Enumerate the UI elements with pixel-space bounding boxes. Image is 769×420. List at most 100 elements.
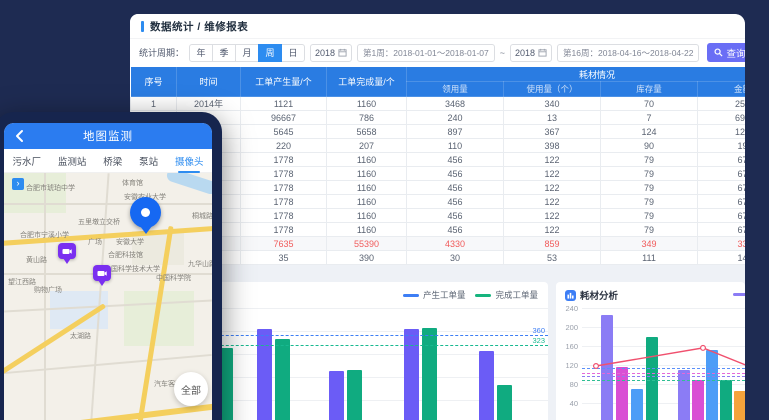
table-cell: 79: [601, 195, 698, 209]
y-axis-tick: 200: [558, 323, 578, 332]
table-cell: 70: [601, 97, 698, 111]
table-cell: 1160: [327, 223, 407, 237]
table-cell: 456: [407, 167, 504, 181]
sub-column-header: 库存量: [601, 82, 698, 97]
table-cell: 122: [504, 167, 601, 181]
table-row: 10177811604561227967: [131, 223, 746, 237]
map-label: 合肥市琥珀中学: [26, 183, 75, 193]
table-cell: 897: [407, 125, 504, 139]
period-option-周[interactable]: 周: [258, 44, 282, 62]
phone-tab-污水厂[interactable]: 污水厂: [12, 150, 41, 172]
table-cell: 390: [327, 251, 407, 265]
table-cell: 456: [407, 153, 504, 167]
map-label: 黄山路: [26, 255, 47, 265]
phone-screen: 地图监测 污水厂监测站桥梁泵站摄像头 合肥市琥珀中学体育: [4, 123, 212, 420]
period-option-日[interactable]: 日: [281, 44, 305, 62]
all-filter-button[interactable]: 全部: [174, 372, 208, 406]
bar: [646, 337, 658, 420]
phone-tab-摄像头[interactable]: 摄像头: [175, 150, 204, 172]
map-street: [4, 354, 211, 374]
period-option-季[interactable]: 季: [212, 44, 236, 62]
reference-line: [582, 373, 745, 374]
map-label: 购物广场: [34, 285, 62, 295]
legend-item[interactable]: 产生工单量: [403, 289, 466, 301]
table-row: 8177811604561227967: [131, 195, 746, 209]
bar: [692, 380, 704, 420]
table-cell: 3468: [407, 97, 504, 111]
table-cell: 367: [504, 125, 601, 139]
table-row: 6177811604561227967: [131, 167, 746, 181]
week-start-field[interactable]: 第1周：2018-01-01～2018-01-07: [357, 44, 495, 62]
table-cell: 1160: [327, 153, 407, 167]
table-row: 356455658897367124129: [131, 125, 746, 139]
table-cell: 1160: [327, 181, 407, 195]
table-cell: 1778: [241, 195, 327, 209]
legend-item[interactable]: 完成工单量: [475, 289, 538, 301]
year-end-select[interactable]: 2018: [510, 44, 552, 62]
table-cell: 7635: [241, 237, 327, 251]
table-cell: 79: [601, 209, 698, 223]
table-row: 296667786240137690: [131, 111, 746, 125]
reference-line-label: 323: [532, 336, 545, 345]
year-start-select[interactable]: 2018: [310, 44, 352, 62]
chart-legend: 产生工单量 完成工单量: [403, 289, 538, 301]
camera-icon: [97, 270, 107, 277]
report-table: 序号时间工单产生量/个工单完成量/个耗材情况领用量使用量（个）库存量金额1201…: [130, 66, 745, 265]
table-cell: 7: [601, 111, 698, 125]
map-street: [44, 173, 46, 420]
bar: [706, 350, 718, 420]
y-axis-tick: 240: [558, 304, 578, 313]
query-button[interactable]: 查询: [707, 43, 745, 62]
column-header: 时间: [177, 67, 241, 97]
period-option-月[interactable]: 月: [235, 44, 259, 62]
range-separator: ~: [500, 48, 505, 58]
camera-icon: [62, 248, 72, 255]
week-end-field[interactable]: 第16周：2018-04-16～2018-04-22: [557, 44, 699, 62]
table-cell: 1778: [241, 223, 327, 237]
table-row: 5177811604561227967: [131, 153, 746, 167]
table-cell: 340: [504, 97, 601, 111]
breadcrumb-accent: [141, 21, 144, 32]
expand-panel-button[interactable]: ›: [12, 178, 24, 190]
phone-mockup: 地图监测 污水厂监测站桥梁泵站摄像头 合肥市琥珀中学体育: [0, 112, 222, 420]
map-label: 广场: [88, 237, 102, 247]
bar-完成工单量: [347, 370, 362, 420]
chart-icon: [565, 290, 576, 301]
year-start-value: 2018: [315, 48, 335, 58]
table-cell: 53: [504, 251, 601, 265]
column-header: 工单完成量/个: [327, 67, 407, 97]
chart-title: 耗材分析: [565, 288, 618, 302]
phone-tab-桥梁[interactable]: 桥梁: [103, 150, 122, 172]
legend-label: 完成工单量: [495, 289, 538, 301]
selected-location-pin[interactable]: [130, 197, 161, 228]
map-label: 五里墩立交桥: [78, 217, 120, 227]
period-option-年[interactable]: 年: [189, 44, 213, 62]
bar: [720, 380, 732, 420]
phone-tab-监测站[interactable]: 监测站: [58, 150, 87, 172]
back-icon[interactable]: [12, 128, 28, 144]
y-axis-tick: 40: [558, 399, 578, 408]
table-cell: 67: [698, 223, 746, 237]
camera-pin[interactable]: [58, 243, 76, 259]
table-cell: 96667: [241, 111, 327, 125]
table-row: 12014年11211160346834070250: [131, 97, 746, 111]
calendar-icon: [538, 48, 547, 57]
table-cell: 122: [504, 153, 601, 167]
reference-line: [582, 380, 745, 381]
map-view[interactable]: 合肥市琥珀中学体育馆安徽农业大学桐城路五里墩立交桥合肥市宁溪小学安徽大学广场合肥…: [4, 173, 212, 420]
year-end-value: 2018: [515, 48, 535, 58]
phone-page-title: 地图监测: [83, 128, 133, 144]
table-cell: 207: [327, 139, 407, 153]
table-cell: 122: [504, 195, 601, 209]
table-cell: 55390: [327, 237, 407, 251]
total-row: 合计763555390433085934933: [131, 237, 746, 251]
legend-dash-clipped: [733, 293, 745, 296]
group-header: 耗材情况: [407, 67, 746, 82]
query-button-label: 查询: [726, 46, 745, 60]
y-axis-tick: 80: [558, 380, 578, 389]
table-cell: 1778: [241, 167, 327, 181]
phone-tab-泵站[interactable]: 泵站: [139, 150, 158, 172]
table-cell: 1160: [327, 209, 407, 223]
table-cell: 4330: [407, 237, 504, 251]
camera-pin[interactable]: [93, 265, 111, 281]
